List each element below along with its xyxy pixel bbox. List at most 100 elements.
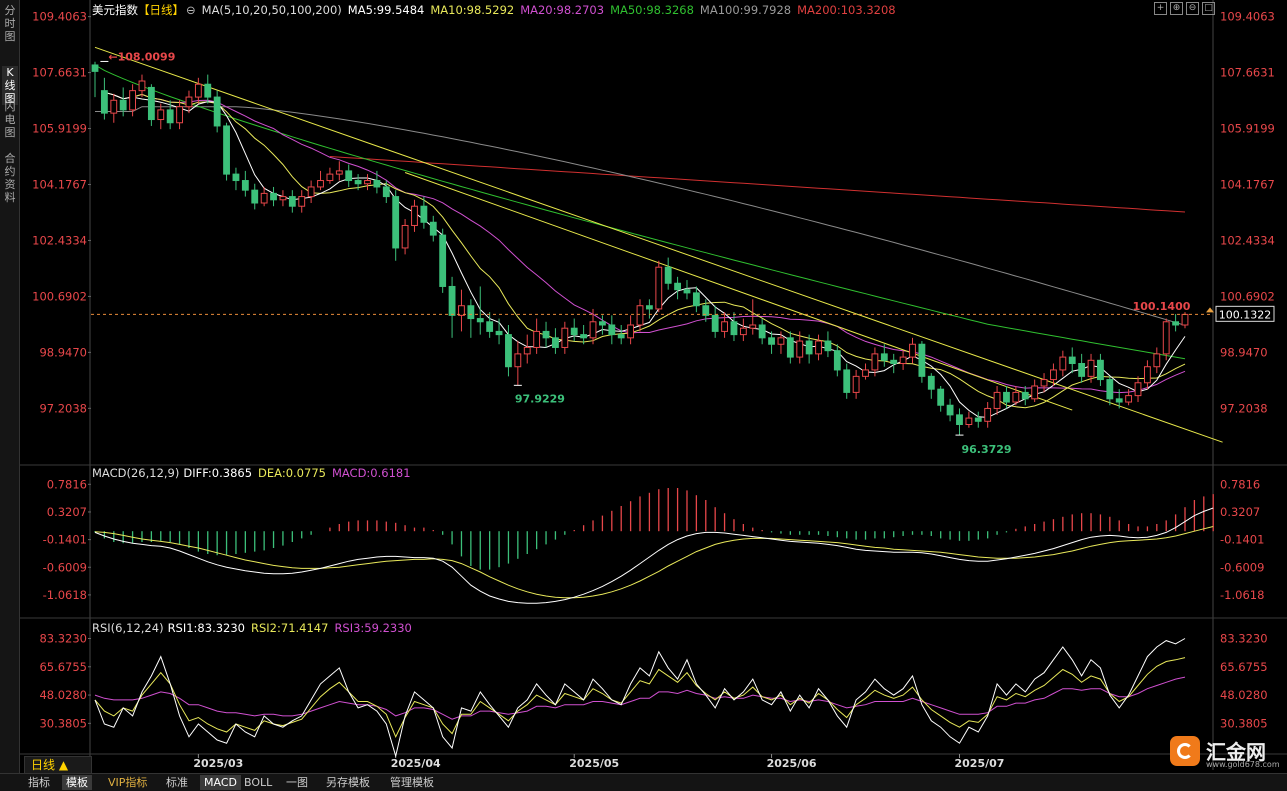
candle-body-103 (1059, 356, 1067, 371)
candle-body-69 (739, 327, 747, 336)
candle-body-90 (937, 388, 945, 406)
candle-body-104 (1068, 356, 1076, 365)
candle-body-50 (561, 327, 569, 348)
candle-body-51 (570, 327, 578, 336)
macd-ytick-right-3: -0.6009 (1220, 560, 1264, 574)
candle-body-21 (288, 196, 296, 207)
ma20-value: MA20:98.2703 (520, 3, 605, 17)
rsi2-value: RSI2:71.4147 (251, 621, 329, 635)
crosshair-icon[interactable]: + (1154, 2, 1167, 15)
annotation-low2: 96.3729 (961, 443, 1011, 456)
bottom-tab-5[interactable]: BOLL (240, 775, 276, 790)
candle-body-73 (777, 337, 785, 345)
settings-icon[interactable]: ⊖ (186, 3, 196, 17)
macd-params: MACD(26,12,9) (92, 466, 180, 480)
candle-body-116 (1181, 313, 1189, 326)
candle-body-99 (1021, 391, 1029, 400)
rsi-ytick-right-2: 48.0280 (1220, 688, 1268, 702)
candle-body-94 (974, 417, 982, 422)
price-ytick-right-2: 105.9199 (1220, 122, 1275, 136)
rsi-ytick-left-0: 83.3230 (39, 631, 87, 645)
candle-body-111 (1134, 382, 1142, 397)
candle-body-75 (796, 340, 804, 358)
price-ytick-right-3: 104.1767 (1220, 177, 1275, 191)
candle-body-2 (110, 99, 118, 114)
macd-dea-line (94, 526, 1214, 599)
bottom-tab-2[interactable]: VIP指标 (104, 775, 151, 790)
candle-body-54 (599, 321, 606, 326)
annotation-recent-high: 100.1400 (1133, 300, 1191, 313)
candle-body-79 (833, 350, 841, 371)
candle-body-36 (429, 221, 437, 236)
bottom-tab-7[interactable]: 另存模板 (322, 775, 374, 790)
candle-body-53 (589, 321, 597, 339)
macd-header: MACD(26,12,9) DIFF:0.3865 DEA:0.0775 MACD:0… (92, 466, 417, 480)
candle-body-85 (890, 359, 898, 365)
bottom-tab-1[interactable]: 模板 (62, 775, 92, 790)
ma10-value: MA10:98.5292 (430, 3, 515, 17)
chart-canvas[interactable]: 109.4063 109.4063 107.6631 107.6631 105.9199… (0, 0, 1287, 790)
macd-ytick-left-2: -0.1401 (43, 533, 87, 547)
macd-ytick-left-3: -0.6009 (43, 560, 87, 574)
main-header: 美元指数【日线】 ⊖ MA(5,10,20,50,100,200) MA5:99.54… (92, 2, 902, 18)
logo-icon (1170, 736, 1200, 766)
candle-body-32 (392, 196, 400, 249)
ma50-value: MA50:98.3268 (610, 3, 694, 17)
candle-body-13 (213, 96, 221, 127)
candle-body-76 (805, 340, 813, 355)
annotation-low1: 97.9229 (515, 392, 565, 405)
price-ytick-right-4: 102.4334 (1220, 233, 1275, 247)
ma200-line (329, 156, 1186, 213)
candle-body-43 (495, 330, 503, 336)
candle-body-46 (523, 346, 531, 355)
candle-body-10 (185, 96, 193, 108)
price-ytick-left-4: 102.4334 (32, 233, 87, 247)
ma100-value: MA100:99.7928 (699, 3, 792, 17)
candle-body-5 (138, 80, 146, 92)
rsi2-line (94, 657, 1186, 739)
candle-body-67 (721, 321, 728, 332)
annotation-high: ←108.0099 (108, 50, 175, 63)
bottom-tab-0[interactable]: 指标 (24, 775, 54, 790)
candle-body-74 (786, 337, 794, 358)
candle-body-1 (100, 90, 108, 114)
candle-body-61 (664, 266, 672, 284)
bottom-tab-3[interactable]: 标准 (162, 775, 192, 790)
candle-body-42 (486, 321, 494, 332)
candle-body-102 (1050, 369, 1057, 381)
candle-body-9 (176, 106, 183, 124)
candle-body-81 (852, 375, 860, 393)
candle-body-114 (1162, 321, 1170, 355)
zoom-in-icon[interactable]: ⊕ (1170, 2, 1183, 15)
candle-body-23 (307, 186, 315, 198)
macd-ytick-right-0: 0.7816 (1220, 477, 1260, 491)
bottom-tab-4[interactable]: MACD (200, 775, 241, 790)
ma100-line (95, 106, 1186, 326)
candle-body-105 (1078, 363, 1086, 377)
candle-body-64 (692, 292, 700, 307)
price-ytick-left-3: 104.1767 (32, 177, 87, 191)
candle-body-40 (467, 305, 475, 320)
candle-body-109 (1115, 398, 1123, 403)
fullscreen-icon[interactable]: □ (1202, 2, 1215, 15)
bottom-tab-8[interactable]: 管理模板 (386, 775, 438, 790)
candle-body-35 (420, 205, 428, 223)
macd-ytick-right-2: -0.1401 (1220, 533, 1264, 547)
zoom-out-icon[interactable]: ⊖ (1186, 2, 1199, 15)
candle-body-19 (270, 192, 277, 201)
candle-body-18 (260, 192, 268, 204)
rsi-ytick-left-2: 48.0280 (39, 688, 87, 702)
candle-body-89 (927, 375, 935, 390)
macd-ytick-left-0: 0.7816 (47, 477, 87, 491)
candle-body-12 (204, 83, 212, 98)
candle-body-44 (505, 334, 512, 368)
candle-body-95 (984, 407, 992, 422)
bottom-tab-6[interactable]: 一图 (282, 775, 312, 790)
period-selector[interactable]: 日线 ▲ (24, 756, 92, 774)
candle-body-52 (580, 334, 588, 339)
price-ytick-right-1: 107.6631 (1220, 66, 1275, 80)
rsi-ytick-left-1: 65.6755 (39, 660, 87, 674)
rsi-ytick-left-3: 30.3805 (39, 716, 87, 730)
trendline-1 (404, 172, 1073, 411)
candle-body-97 (1003, 391, 1010, 403)
